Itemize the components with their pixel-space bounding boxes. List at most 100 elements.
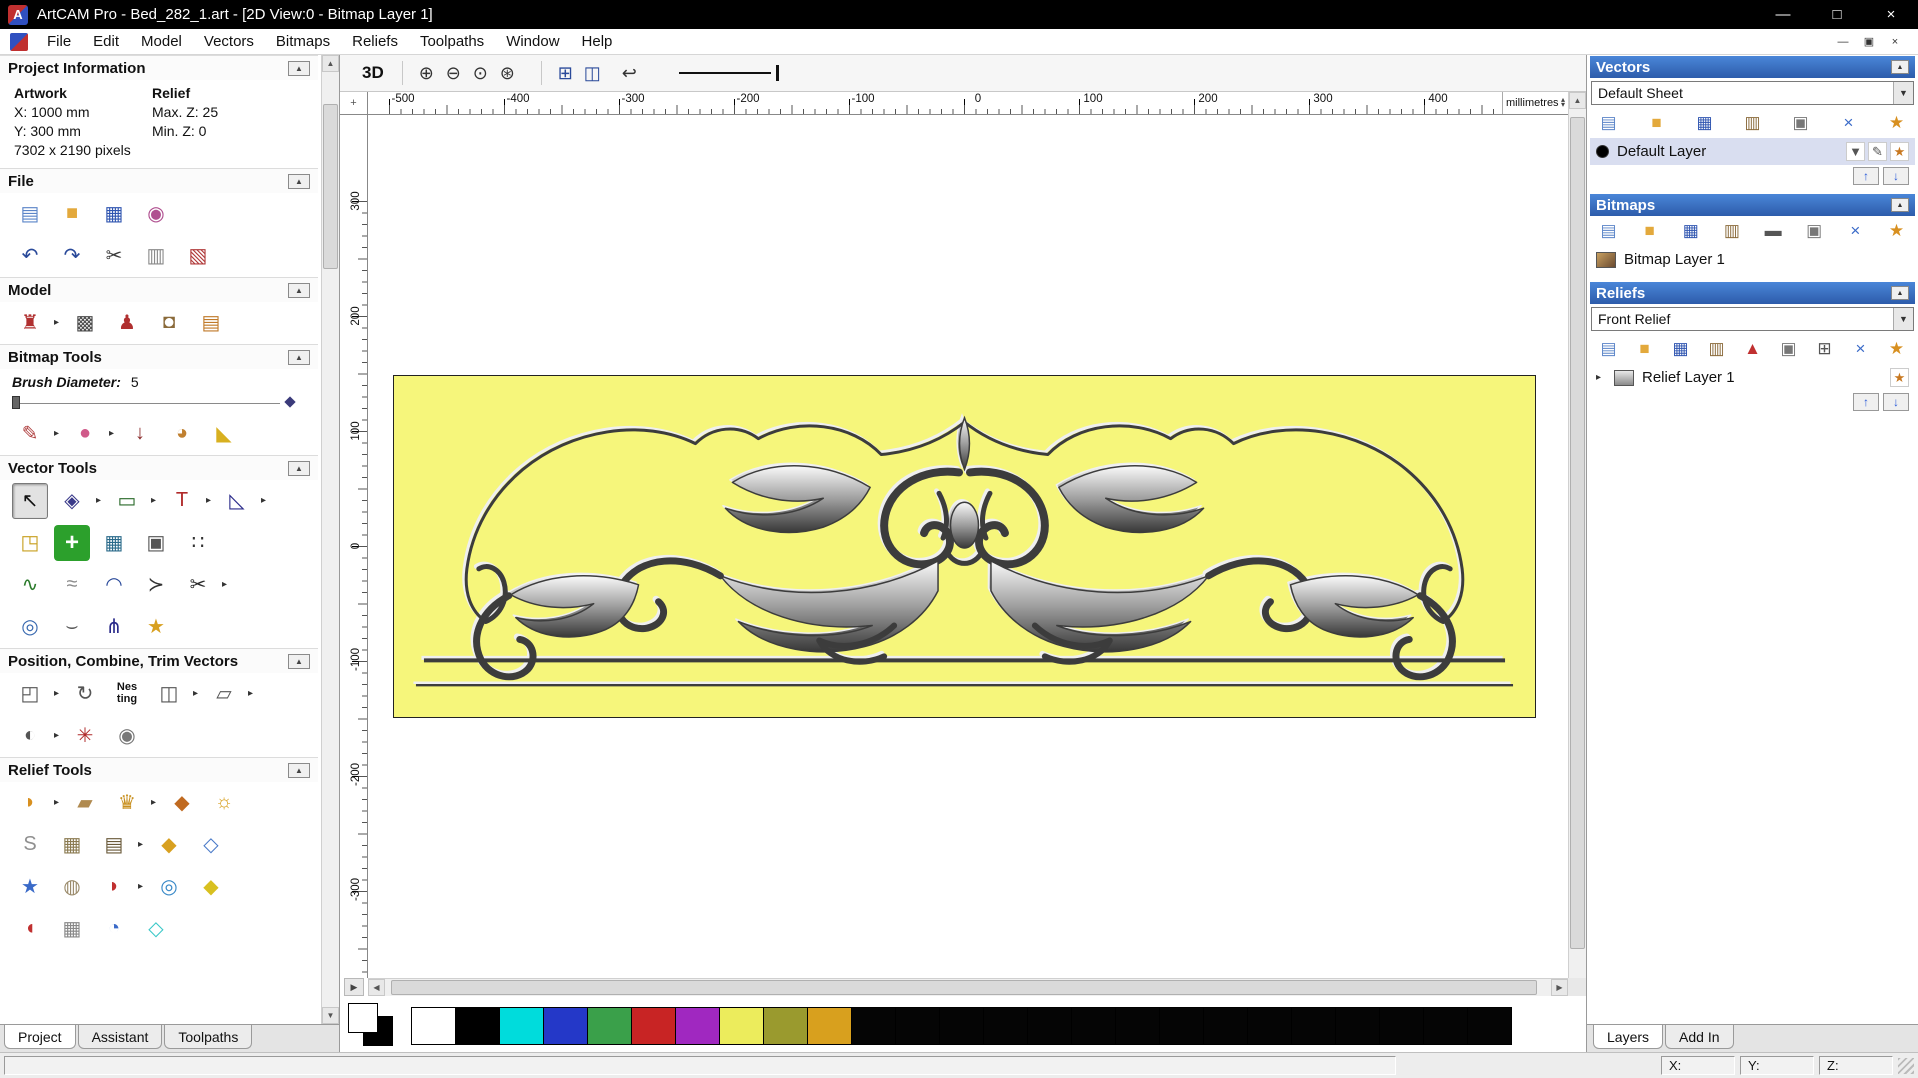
vector-text-table-icon[interactable]: ▦ — [96, 525, 132, 561]
colour-swatch-black[interactable] — [1115, 1007, 1160, 1045]
align-vectors-icon[interactable]: ◫ — [151, 676, 187, 712]
colour-swatch-black[interactable] — [1467, 1007, 1512, 1045]
nesting-icon[interactable]: Nes ting — [109, 676, 145, 712]
flyout-arrow-icon[interactable]: ▸ — [105, 416, 118, 452]
resize-grip[interactable] — [1898, 1057, 1914, 1074]
new-relief-layer-icon[interactable]: ▤ — [1596, 337, 1621, 362]
flyout-arrow-icon[interactable]: ▸ — [50, 718, 63, 754]
slider-track[interactable] — [12, 402, 280, 404]
copy-vectors-icon[interactable]: ▱ — [206, 676, 242, 712]
block-copy-icon[interactable]: ◰ — [12, 676, 48, 712]
trim-vectors-icon[interactable]: ✂ — [180, 567, 216, 603]
minimize-button[interactable]: — — [1756, 0, 1810, 29]
smooth-relief-icon[interactable]: ▰ — [67, 785, 103, 821]
layer-colour-icon[interactable] — [1596, 145, 1609, 158]
rotate-copy-icon[interactable]: ↻ — [67, 676, 103, 712]
import-image-icon[interactable]: ◉ — [138, 196, 174, 232]
move-layer-down-button[interactable]: ↓ — [1883, 167, 1909, 185]
colour-swatch-black[interactable] — [1291, 1007, 1336, 1045]
menu-edit[interactable]: Edit — [82, 30, 130, 53]
colour-swatch-black[interactable] — [983, 1007, 1028, 1045]
colour-swatch-black[interactable] — [455, 1007, 500, 1045]
flyout-arrow-icon[interactable]: ▸ — [147, 483, 160, 519]
import-vectors-icon[interactable]: ▥ — [1740, 111, 1765, 136]
layer-wizard-icon[interactable]: ★ — [1884, 111, 1909, 136]
colour-swatch-yellow[interactable] — [719, 1007, 764, 1045]
flyout-arrow-icon[interactable]: ▸ — [218, 567, 231, 603]
swept-profile-icon[interactable]: ◗ — [96, 869, 132, 905]
rename-layer-icon[interactable]: ✎ — [1868, 142, 1887, 161]
collapse-button[interactable]: ▲ — [288, 653, 310, 669]
weave-wizard-icon[interactable]: ▦ — [54, 827, 90, 863]
greyscale-view-icon[interactable]: ▩ — [67, 305, 103, 341]
layer-options-icon[interactable]: ★ — [1890, 142, 1909, 161]
example-image-icon[interactable]: ◘ — [151, 305, 187, 341]
colour-swatch-black[interactable] — [1423, 1007, 1468, 1045]
arc-fit-icon[interactable]: ◠ — [96, 567, 132, 603]
scroll-up-button[interactable]: ▲ — [1569, 92, 1586, 109]
import-relief-icon[interactable]: ▥ — [1704, 337, 1729, 362]
shape-editor-icon[interactable]: ◗ — [12, 785, 48, 821]
menu-file[interactable]: File — [36, 30, 82, 53]
colour-swatch-red[interactable] — [631, 1007, 676, 1045]
new-model-icon[interactable]: ▤ — [12, 196, 48, 232]
envelope-distortion-icon[interactable]: ◇ — [193, 827, 229, 863]
zoom-window-icon[interactable]: ⊙ — [467, 60, 494, 87]
scrollbar-thumb[interactable] — [1570, 117, 1585, 949]
colour-swatch-green[interactable] — [587, 1007, 632, 1045]
redo-icon[interactable]: ↷ — [54, 238, 90, 274]
flyout-arrow-icon[interactable]: ▸ — [50, 305, 63, 341]
fit-selection-icon[interactable]: ◫ — [579, 60, 606, 87]
scroll-up-button[interactable]: ▲ — [322, 55, 339, 72]
zoom-out-icon[interactable]: ⊖ — [440, 60, 467, 87]
offset-vectors-icon[interactable]: ◳ — [12, 525, 48, 561]
delete-layer-icon[interactable]: × — [1836, 111, 1861, 136]
angled-plane-icon[interactable]: ◆ — [193, 869, 229, 905]
relief-preview-icon[interactable]: ♜ — [12, 305, 48, 341]
fan-relief-icon[interactable]: ☼ — [206, 785, 242, 821]
colour-swatch-black[interactable] — [1247, 1007, 1292, 1045]
import-bitmap-icon[interactable]: ▥ — [1719, 219, 1744, 244]
ruler-units-selector[interactable]: millimetres ▴ ▾ — [1502, 92, 1568, 114]
select-vectors-icon[interactable]: ↖ — [12, 482, 48, 519]
tab-layers[interactable]: Layers — [1593, 1025, 1664, 1049]
node-editing-icon[interactable]: ⋔ — [96, 609, 132, 645]
smooth-polyline-icon[interactable]: ≈ — [54, 567, 90, 603]
create-polyline-icon[interactable]: + — [54, 524, 90, 561]
mdi-restore-button[interactable]: ▣ — [1858, 32, 1880, 51]
zoom-in-icon[interactable]: ⊕ — [413, 60, 440, 87]
flyout-arrow-icon[interactable]: ▸ — [92, 483, 105, 519]
combo-arrow-icon[interactable]: ▼ — [1893, 308, 1913, 330]
open-relief-layer-icon[interactable]: ■ — [1632, 337, 1657, 362]
measure-tool-icon[interactable]: ◺ — [219, 483, 255, 519]
colour-swatch-magenta[interactable] — [675, 1007, 720, 1045]
flyout-arrow-icon[interactable]: ▸ — [50, 676, 63, 712]
flood-fill-icon[interactable]: ◣ — [206, 416, 242, 452]
emboss-relief-icon[interactable]: ◆ — [151, 827, 187, 863]
relief-clipart-icon[interactable]: ◆ — [164, 785, 200, 821]
sculpt-tool-icon[interactable]: ♟ — [109, 305, 145, 341]
colour-swatch-black[interactable] — [1203, 1007, 1248, 1045]
paint-blob-icon[interactable]: ● — [67, 416, 103, 452]
panel-scrollbar[interactable]: ▲ ▼ — [321, 55, 339, 1024]
delete-bitmap-layer-icon[interactable]: × — [1843, 219, 1868, 244]
menu-window[interactable]: Window — [495, 30, 570, 53]
colour-swatch-cyan[interactable] — [499, 1007, 544, 1045]
unit-spinner[interactable]: ▴ ▾ — [1561, 96, 1565, 108]
resize-relief-icon[interactable]: ◇ — [138, 911, 174, 947]
colour-swatch-black[interactable] — [851, 1007, 896, 1045]
flyout-arrow-icon[interactable]: ▸ — [202, 483, 215, 519]
flyout-arrow-icon[interactable]: ▸ — [50, 416, 63, 452]
scrollbar-track[interactable] — [322, 72, 339, 1007]
tab-project[interactable]: Project — [4, 1025, 76, 1049]
paste-relief-icon[interactable]: ▣ — [1776, 337, 1801, 362]
merge-bitmap-icon[interactable]: ▬ — [1761, 219, 1786, 244]
colour-swatch-black[interactable] — [1027, 1007, 1072, 1045]
transform-vectors-icon[interactable]: ◈ — [54, 483, 90, 519]
collapse-button[interactable]: ▲ — [288, 173, 310, 189]
expander-icon[interactable]: ▸ — [1596, 372, 1606, 383]
scrollbar-thumb[interactable] — [391, 980, 1537, 995]
sculpting-icon[interactable]: ♛ — [109, 785, 145, 821]
flyout-arrow-icon[interactable]: ▸ — [189, 676, 202, 712]
mirror-vectors-icon[interactable]: ◐ — [12, 718, 48, 754]
